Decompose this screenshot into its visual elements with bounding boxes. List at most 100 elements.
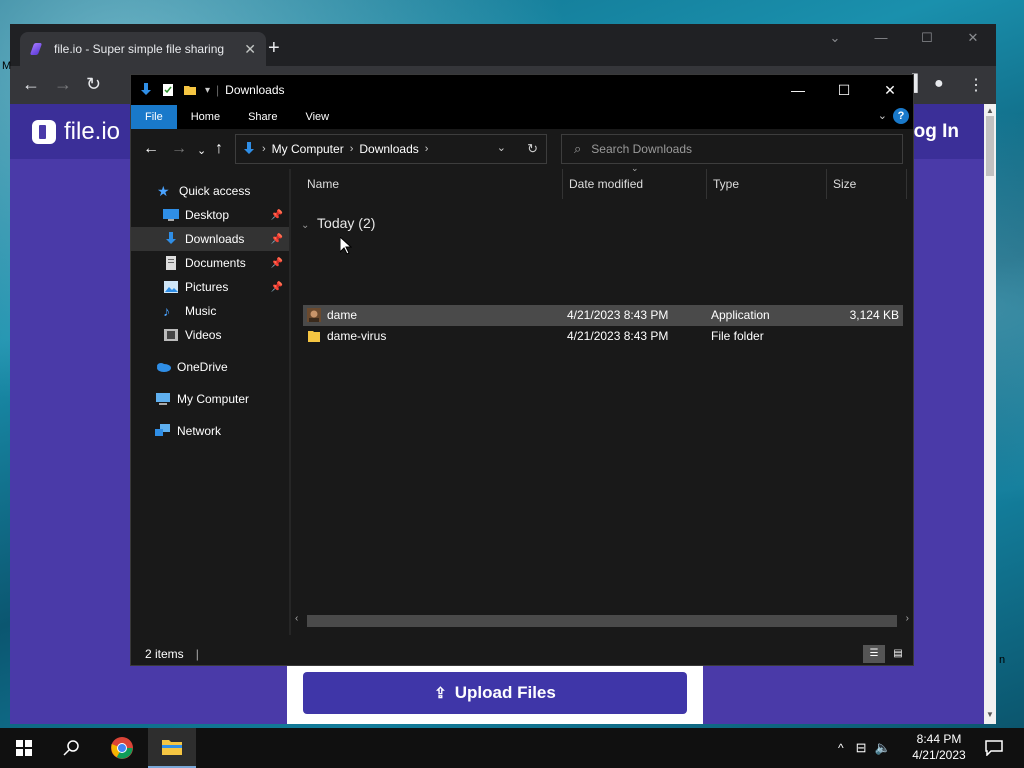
videos-icon [164,329,178,341]
column-header-size[interactable]: Size [827,169,907,199]
properties-icon[interactable] [161,83,175,97]
search-placeholder: Search Downloads [591,142,693,156]
forward-arrow-icon[interactable]: → [54,74,72,94]
expand-ribbon-chevron-icon[interactable]: ⌄ [878,109,887,122]
reload-icon[interactable]: ↻ [86,74,101,94]
breadcrumb-separator-icon[interactable]: › [425,143,429,155]
nav-item-videos[interactable]: Videos [131,323,289,347]
nav-item-label: My Computer [177,392,250,406]
tab-file[interactable]: File [131,105,177,129]
tab-close-icon[interactable]: ✕ [244,41,256,58]
nav-item-desktop[interactable]: Desktop 📌 [131,203,289,227]
start-button[interactable] [0,728,48,768]
back-arrow-icon[interactable]: ← [22,74,40,94]
scrollbar-thumb[interactable] [986,116,994,176]
scroll-down-icon[interactable]: ▼ [984,710,996,719]
browser-window-controls: ⌄ — ☐ ✕ [812,24,996,54]
address-history-chevron-icon[interactable]: ⌄ [497,141,506,154]
action-center-button[interactable] [970,728,1018,768]
customize-toolbar-icon[interactable]: ▾ [205,85,210,96]
file-explorer-taskbar-button[interactable] [148,728,196,768]
scroll-right-icon[interactable]: › [906,613,909,624]
back-arrow-icon[interactable]: ← [143,141,159,157]
volume-icon[interactable]: 🔈 [875,740,891,756]
notification-icon [985,740,1003,756]
minimize-button[interactable]: — [858,24,904,54]
nav-item-label: Music [185,304,217,318]
scroll-up-icon[interactable]: ▲ [984,106,996,115]
pictures-icon [164,281,178,293]
collapse-chevron-icon[interactable]: ⌄ [301,220,309,231]
taskbar-clock[interactable]: 8:44 PM 4/21/2023 [904,731,974,763]
minimize-button[interactable]: — [775,75,821,105]
group-header-today[interactable]: ⌄ Today (2) [301,215,375,231]
close-window-button[interactable]: ✕ [950,24,996,54]
sort-indicator-icon: ⌄ [631,163,639,173]
nav-item-pictures[interactable]: Pictures 📌 [131,275,289,299]
page-scrollbar[interactable]: ▲ ▼ [984,104,996,724]
logo-text: file.io [64,118,121,145]
help-icon[interactable]: ? [893,108,909,124]
nav-item-downloads[interactable]: Downloads 📌 [131,227,289,251]
profile-avatar-icon[interactable]: ● [934,75,944,93]
pin-icon: 📌 [270,281,283,293]
maximize-button[interactable]: ☐ [904,24,950,54]
file-type: File folder [711,329,764,343]
tab-view[interactable]: View [291,105,343,129]
system-tray: ^ ⊟ 🔈 [838,728,891,768]
new-folder-icon[interactable] [183,83,197,97]
nav-item-music[interactable]: ♪ Music [131,299,289,323]
nav-item-documents[interactable]: Documents 📌 [131,251,289,275]
breadcrumb-my-computer[interactable]: My Computer [272,142,344,156]
mouse-cursor-icon [340,237,352,255]
chrome-taskbar-button[interactable] [98,728,146,768]
fileio-logo-icon [32,120,56,144]
horizontal-scrollbar[interactable]: ‹ › [291,613,913,627]
forward-arrow-icon[interactable]: → [171,141,187,157]
tab-home[interactable]: Home [177,105,234,129]
column-header-name[interactable]: Name [291,169,563,199]
music-note-icon: ♪ [163,303,170,319]
show-hidden-icons-chevron-icon[interactable]: ^ [838,741,844,755]
nav-item-label: Network [177,424,222,438]
close-window-button[interactable]: ✕ [867,75,913,105]
file-size: 3,124 KB [849,308,899,322]
upload-files-button[interactable]: ⇪ Upload Files [303,672,687,714]
column-header-type[interactable]: Type [707,169,827,199]
address-bar[interactable]: › My Computer › Downloads › ⌄ ↻ [235,134,547,164]
breadcrumb-downloads[interactable]: Downloads [359,142,418,156]
file-explorer-window: ▾ | Downloads — ☐ ✕ File Home Share View… [130,74,914,666]
scroll-left-icon[interactable]: ‹ [295,613,298,624]
tab-share[interactable]: Share [234,105,291,129]
nav-item-quick-access[interactable]: ★ Quick access [131,179,289,203]
explorer-navbar: ← → ⌄ ↑ › My Computer › Downloads › ⌄ ↻ … [131,129,913,169]
network-status-icon[interactable]: ⊟ [856,740,867,756]
large-icons-view-icon[interactable]: ▤ [887,645,909,663]
menu-kebab-icon[interactable]: ⋮ [968,75,984,95]
nav-item-onedrive[interactable]: OneDrive [131,355,289,379]
up-arrow-icon[interactable]: ↑ [215,141,223,157]
scrollbar-thumb[interactable] [307,615,897,627]
breadcrumb-separator-icon[interactable]: › [350,143,354,155]
nav-item-my-computer[interactable]: My Computer [131,387,289,411]
fileio-logo[interactable]: file.io [32,118,120,146]
new-tab-button[interactable]: + [268,38,280,58]
desktop-icon [163,209,179,221]
recent-locations-chevron-icon[interactable]: ⌄ [197,143,206,159]
search-button[interactable] [48,728,96,768]
file-row-dame[interactable]: dame 4/21/2023 8:43 PM Application 3,124… [303,305,903,326]
file-name: dame-virus [327,329,387,343]
file-list-pane: Name Date modified Type Size ⌄ ⌄ Today (… [291,163,913,635]
breadcrumb-separator-icon[interactable]: › [262,143,266,155]
details-view-icon[interactable]: ☰ [863,645,885,663]
maximize-button[interactable]: ☐ [821,75,867,105]
refresh-icon[interactable]: ↻ [527,141,538,157]
browser-tab[interactable]: file.io - Super simple file sharing ✕ [20,32,266,66]
tab-search-chevron-icon[interactable]: ⌄ [812,24,858,54]
file-type: Application [711,308,770,322]
file-row-dame-virus[interactable]: dame-virus 4/21/2023 8:43 PM File folder [303,326,903,347]
nav-item-network[interactable]: Network [131,419,289,443]
computer-icon [156,393,170,405]
nav-item-label: Downloads [185,232,245,246]
search-box[interactable]: ⌕ Search Downloads [561,134,903,164]
